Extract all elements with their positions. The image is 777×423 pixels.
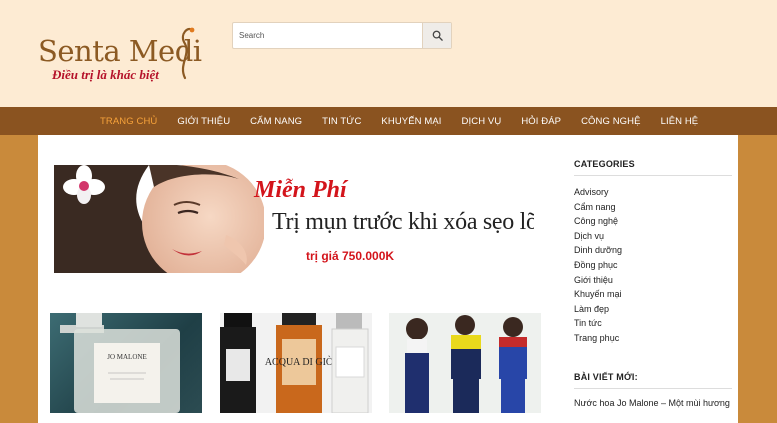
category-link[interactable]: Tin tức xyxy=(574,316,732,331)
logo-tagline: Điều trị là khác biệt xyxy=(52,67,159,82)
perfume-label-jo-malone: JO MALONE xyxy=(107,353,146,361)
category-link[interactable]: Giới thiệu xyxy=(574,273,732,288)
post-thumbnail-acqua-di-gio[interactable]: ACQUA DI GIÒ xyxy=(220,313,372,413)
category-link[interactable]: Advisory xyxy=(574,185,732,200)
nav-item-dich-vu[interactable]: DỊCH VỤ xyxy=(462,116,502,127)
recent-posts-title: BÀI VIẾT MỚI: xyxy=(574,371,638,382)
nav-item-cong-nghe[interactable]: CÔNG NGHỆ xyxy=(581,116,641,127)
category-link[interactable]: Dinh dưỡng xyxy=(574,243,732,258)
logo-swirl-icon xyxy=(181,27,195,80)
banner-price: trị giá 750.000K xyxy=(306,249,395,263)
category-link[interactable]: Trang phục xyxy=(574,331,732,346)
nav-item-khuyen-mai[interactable]: KHUYẾN MẠI xyxy=(381,116,441,127)
site-header: Senta Medi Điều trị là khác biệt xyxy=(0,0,777,107)
children-uniform-image xyxy=(405,315,527,413)
recent-post-link[interactable]: Nước hoa Jo Malone – Một mùi hương xyxy=(574,398,732,408)
main-nav: TRANG CHỦ GIỚI THIỆU CẨM NANG TIN TỨC KH… xyxy=(0,107,777,135)
perfume-bottle-image: JO MALONE xyxy=(60,313,180,413)
category-list: Advisory Cẩm nang Công nghệ Dịch vụ Dinh… xyxy=(574,185,732,346)
search-input[interactable] xyxy=(233,23,423,48)
main-content: Miễn Phí Trị mụn trước khi xóa sẹo lõm t… xyxy=(38,135,738,423)
category-link[interactable]: Dịch vụ xyxy=(574,229,732,244)
category-link[interactable]: Cẩm nang xyxy=(574,200,732,215)
category-link[interactable]: Làm đẹp xyxy=(574,302,732,317)
categories-title: CATEGORIES xyxy=(574,159,635,169)
divider xyxy=(574,175,732,176)
promo-banner[interactable]: Miễn Phí Trị mụn trước khi xóa sẹo lõm t… xyxy=(54,165,534,273)
search-button[interactable] xyxy=(422,23,451,48)
sidebar: CATEGORIES Advisory Cẩm nang Công nghệ D… xyxy=(574,159,732,408)
banner-subtitle: Trị mụn trước khi xóa sẹo lõm xyxy=(272,209,534,235)
category-link[interactable]: Khuyến mại xyxy=(574,287,732,302)
perfume-label-acqua-di-gio: ACQUA DI GIÒ xyxy=(265,356,333,368)
post-thumbnail-jo-malone[interactable]: JO MALONE xyxy=(50,313,202,413)
search-box xyxy=(232,22,452,49)
nav-item-hoi-dap[interactable]: HỎI ĐÁP xyxy=(521,116,561,127)
post-thumbnail-uniform[interactable] xyxy=(389,313,541,413)
woman-face-image xyxy=(54,165,264,273)
divider xyxy=(574,387,732,389)
category-link[interactable]: Đồng phục xyxy=(574,258,732,273)
category-link[interactable]: Công nghệ xyxy=(574,214,732,229)
nav-item-cam-nang[interactable]: CẨM NANG xyxy=(250,116,302,127)
nav-item-tin-tuc[interactable]: TIN TỨC xyxy=(322,116,361,127)
search-icon xyxy=(432,30,443,41)
nav-item-lien-he[interactable]: LIÊN HỆ xyxy=(661,116,699,127)
perfume-bottles-image: ACQUA DI GIÒ xyxy=(220,313,369,413)
banner-title: Miễn Phí xyxy=(254,177,347,203)
nav-item-gioi-thieu[interactable]: GIỚI THIỆU xyxy=(177,116,230,127)
nav-item-trang-chu[interactable]: TRANG CHỦ xyxy=(100,116,157,127)
site-logo[interactable]: Senta Medi Điều trị là khác biệt xyxy=(38,24,202,88)
